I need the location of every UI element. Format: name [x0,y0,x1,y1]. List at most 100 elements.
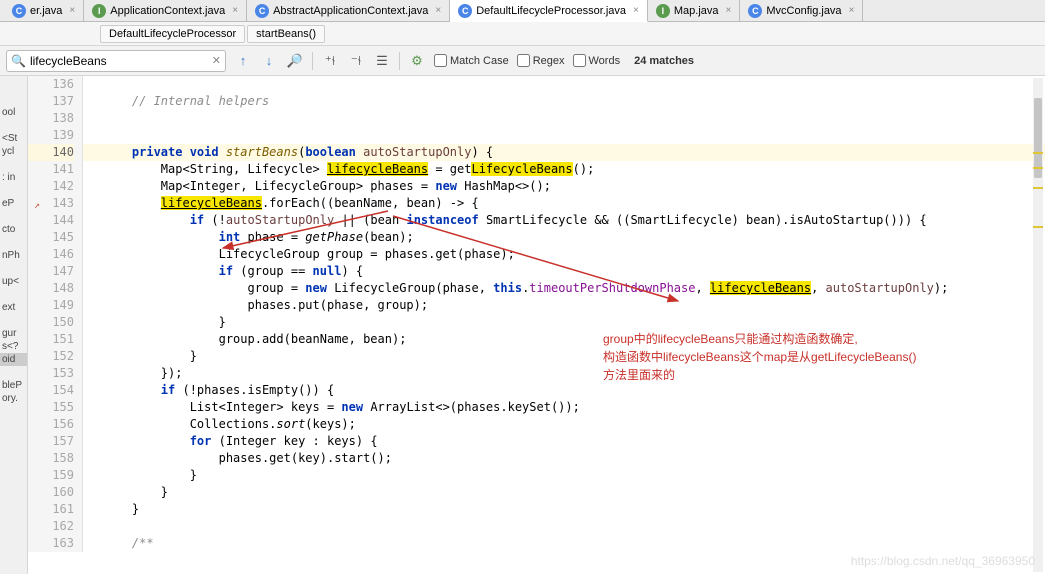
structure-item[interactable] [0,405,27,418]
structure-item[interactable] [0,93,27,106]
structure-item[interactable] [0,184,27,197]
line-number[interactable]: 152 [28,348,74,365]
structure-item[interactable]: nPh [0,249,27,262]
select-all-icon[interactable]: ☰ [373,52,391,70]
editor-tab[interactable]: CDefaultLifecycleProcessor.java× [450,0,648,22]
structure-item[interactable]: eP [0,197,27,210]
line-number[interactable]: 160 [28,484,74,501]
line-number[interactable]: 140 [28,144,74,161]
code-line[interactable]: List<Integer> keys = new ArrayList<>(pha… [83,399,1045,416]
line-number[interactable]: 158 [28,450,74,467]
structure-item[interactable]: up< [0,275,27,288]
structure-item[interactable] [0,366,27,379]
structure-item[interactable]: ext [0,301,27,314]
line-number[interactable]: 163 [28,535,74,552]
code-line[interactable]: phases.get(key).start(); [83,450,1045,467]
code-line[interactable]: } [83,501,1045,518]
code-line[interactable] [83,127,1045,144]
filter-icon[interactable]: 🔎 [286,52,304,70]
editor-tab[interactable]: IApplicationContext.java× [84,0,247,21]
line-number[interactable]: 147 [28,263,74,280]
structure-item[interactable] [0,210,27,223]
code-editor[interactable]: 136137138139140141142143↗144145146147148… [28,76,1045,574]
line-number[interactable]: 141 [28,161,74,178]
code-line[interactable] [83,110,1045,127]
line-number[interactable]: 137 [28,93,74,110]
gutter[interactable]: 136137138139140141142143↗144145146147148… [28,76,83,552]
code-line[interactable]: private void startBeans(boolean autoStar… [83,144,1045,161]
structure-item[interactable]: s<? [0,340,27,353]
line-number[interactable]: 144 [28,212,74,229]
prev-match-icon[interactable]: ↑ [234,52,252,70]
breadcrumb-item[interactable]: startBeans() [247,25,325,43]
editor-tab[interactable]: IMap.java× [648,0,740,21]
editor-tab[interactable]: CAbstractApplicationContext.java× [247,0,450,21]
close-tab-icon[interactable]: × [726,5,732,16]
structure-item[interactable] [0,288,27,301]
code-line[interactable]: group = new LifecycleGroup(phase, this.t… [83,280,1045,297]
close-tab-icon[interactable]: × [435,5,441,16]
code-line[interactable]: Collections.sort(keys); [83,416,1045,433]
code-line[interactable]: if (!phases.isEmpty()) { [83,382,1045,399]
line-number[interactable]: 143↗ [28,195,74,212]
breadcrumb-item[interactable]: DefaultLifecycleProcessor [100,25,245,43]
code-line[interactable]: } [83,314,1045,331]
regex-checkbox[interactable]: Regex [517,54,565,67]
code-area[interactable]: // Internal helpers private void startBe… [83,76,1045,552]
structure-item[interactable]: ool [0,106,27,119]
line-number[interactable]: 156 [28,416,74,433]
line-number[interactable]: 162 [28,518,74,535]
gutter-marker-icon[interactable]: ↗ [30,197,40,207]
line-number[interactable]: 153 [28,365,74,382]
structure-item[interactable]: cto [0,223,27,236]
line-number[interactable]: 151 [28,331,74,348]
code-line[interactable]: int phase = getPhase(bean); [83,229,1045,246]
code-line[interactable]: LifecycleGroup group = phases.get(phase)… [83,246,1045,263]
structure-item[interactable] [0,119,27,132]
editor-tab[interactable]: CMvcConfig.java× [740,0,863,21]
structure-item[interactable]: ory. [0,392,27,405]
structure-item[interactable]: ycl [0,145,27,158]
code-line[interactable]: if (group == null) { [83,263,1045,280]
code-line[interactable]: Map<String, Lifecycle> lifecycleBeans = … [83,161,1045,178]
close-tab-icon[interactable]: × [69,5,75,16]
next-match-icon[interactable]: ↓ [260,52,278,70]
structure-item[interactable] [0,262,27,275]
vertical-scrollbar[interactable] [1033,78,1043,572]
code-line[interactable]: phases.put(phase, group); [83,297,1045,314]
code-line[interactable]: for (Integer key : keys) { [83,433,1045,450]
line-number[interactable]: 149 [28,297,74,314]
structure-item[interactable]: bleP [0,379,27,392]
editor-tab[interactable]: Cer.java× [4,0,84,21]
code-line[interactable]: if (!autoStartupOnly || (bean instanceof… [83,212,1045,229]
line-number[interactable]: 159 [28,467,74,484]
code-line[interactable]: } [83,484,1045,501]
words-checkbox[interactable]: Words [573,54,621,67]
code-line[interactable] [83,76,1045,93]
add-selection-icon[interactable]: ⁺⫮ [321,52,339,70]
line-number[interactable]: 148 [28,280,74,297]
line-number[interactable]: 146 [28,246,74,263]
structure-item[interactable] [0,158,27,171]
code-line[interactable]: /** [83,535,1045,552]
structure-item[interactable] [0,236,27,249]
code-line[interactable]: Map<Integer, LifecycleGroup> phases = ne… [83,178,1045,195]
close-tab-icon[interactable]: × [849,5,855,16]
line-number[interactable]: 139 [28,127,74,144]
structure-pane[interactable]: ool<Stycl: inePctonPhup<extgurs<?oidbleP… [0,76,28,574]
line-number[interactable]: 136 [28,76,74,93]
structure-item[interactable] [0,80,27,93]
code-line[interactable]: // Internal helpers [83,93,1045,110]
match-case-checkbox[interactable]: Match Case [434,54,509,67]
code-line[interactable]: lifecycleBeans.forEach((beanName, bean) … [83,195,1045,212]
structure-item[interactable]: gur [0,327,27,340]
line-number[interactable]: 150 [28,314,74,331]
close-tab-icon[interactable]: × [633,5,639,16]
structure-item[interactable] [0,314,27,327]
code-line[interactable]: } [83,467,1045,484]
line-number[interactable]: 145 [28,229,74,246]
remove-selection-icon[interactable]: ⁻⫮ [347,52,365,70]
code-line[interactable] [83,518,1045,535]
line-number[interactable]: 154 [28,382,74,399]
line-number[interactable]: 155 [28,399,74,416]
